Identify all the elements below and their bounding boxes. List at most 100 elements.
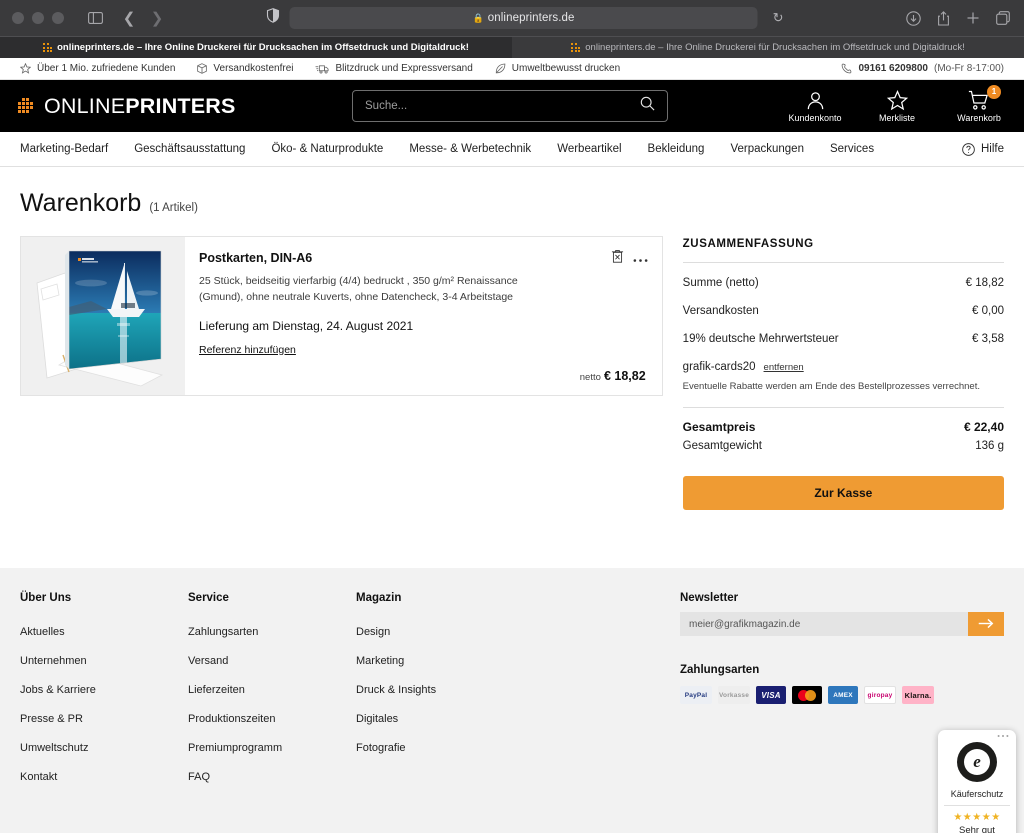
footer-link-presse-pr[interactable]: Presse & PR [20, 713, 188, 725]
nav-help-label: Hilfe [980, 143, 1004, 155]
footer-link-premiumprogramm[interactable]: Premiumprogramm [188, 742, 356, 754]
search-icon[interactable] [640, 96, 655, 116]
footer-link-umweltschutz[interactable]: Umweltschutz [20, 742, 188, 754]
browser-toolbar: ❮ ❯ 🔒 onlineprinters.de ↻ [0, 0, 1024, 36]
footer-link-zahlungsarten[interactable]: Zahlungsarten [188, 626, 356, 638]
nav-item-werbeartikel[interactable]: Werbeartikel [557, 143, 621, 155]
close-window-button[interactable] [12, 12, 24, 24]
footer-link-fotografie[interactable]: Fotografie [356, 742, 656, 754]
tab-title: onlineprinters.de – Ihre Online Druckere… [57, 42, 469, 53]
delivery-date: Lieferung am Dienstag, 24. August 2021 [199, 318, 414, 333]
summary-title: ZUSAMMENFASSUNG [682, 238, 1004, 263]
footer-link-versand[interactable]: Versand [188, 655, 356, 667]
header-action-label: Kundenkonto [788, 112, 842, 123]
nav-help-button[interactable]: Hilfe [962, 142, 1004, 156]
site-logo[interactable]: ONLINEPRINTERS [18, 94, 236, 119]
minimize-window-button[interactable] [32, 12, 44, 24]
reload-button[interactable]: ↻ [773, 10, 784, 26]
checkout-button[interactable]: Zur Kasse [682, 476, 1004, 511]
privacy-shield-icon[interactable] [266, 8, 280, 28]
voucher-row: grafik-cards20 entfernen [683, 361, 1004, 373]
product-thumbnail[interactable] [21, 237, 185, 395]
summary-row-shipping: Versandkosten € 0,00 [683, 305, 1004, 317]
usp-customers: Über 1 Mio. zufriedene Kunden [20, 63, 175, 74]
footer-column-head: Service [188, 592, 229, 605]
logo-text-bold: PRINTERS [125, 93, 236, 118]
payment-icon-klarna: Klarna. [902, 686, 934, 705]
newsletter-email-input[interactable] [680, 612, 968, 637]
payment-icon-amex: AMEX [828, 686, 858, 705]
product-price-label: netto [579, 372, 601, 383]
footer-link-unternehmen[interactable]: Unternehmen [20, 655, 188, 667]
nav-item-verpackungen[interactable]: Verpackungen [730, 143, 804, 155]
footer-link-design[interactable]: Design [356, 626, 656, 638]
tab-strip: onlineprinters.de – Ihre Online Druckere… [0, 36, 1024, 58]
footer-link-kontakt[interactable]: Kontakt [20, 771, 188, 783]
browser-chrome: ❮ ❯ 🔒 onlineprinters.de ↻ onlineprinters… [0, 0, 1024, 58]
new-tab-icon[interactable] [964, 6, 982, 30]
footer-link-lieferzeiten[interactable]: Lieferzeiten [188, 684, 356, 696]
show-all-tabs-icon[interactable] [994, 6, 1012, 30]
cart-item-actions [611, 249, 648, 268]
header-actions: Kundenkonto Merkliste 1 Warenkorb [788, 84, 1006, 123]
footer-column-magazin: Magazin Design Marketing Druck & Insight… [356, 592, 656, 833]
payment-icons: PayPal Vorkasse VISA AMEX giropay Klarna… [680, 686, 1004, 705]
footer-link-jobs-karriere[interactable]: Jobs & Karriere [20, 684, 188, 696]
usp-label: Versandkostenfrei [213, 63, 294, 74]
browser-toolbar-right [904, 6, 1012, 30]
footer-link-faq[interactable]: FAQ [188, 771, 356, 783]
user-icon [807, 91, 823, 109]
phone-hours: (Mo-Fr 8-17:00) [933, 63, 1004, 74]
newsletter-submit-button[interactable] [968, 612, 1004, 637]
footer-link-marketing[interactable]: Marketing [356, 655, 656, 667]
search-box[interactable] [352, 90, 668, 122]
maximize-window-button[interactable] [52, 12, 64, 24]
sidebar-toggle-icon[interactable] [82, 6, 108, 30]
add-reference-link[interactable]: Referenz hinzufügen [199, 344, 296, 356]
nav-item-marketing-bedarf[interactable]: Marketing-Bedarf [20, 143, 108, 155]
nav-item-messe-werbetechnik[interactable]: Messe- & Werbetechnik [409, 143, 531, 155]
header-action-wishlist[interactable]: Merkliste [870, 89, 924, 123]
back-button[interactable]: ❮ [116, 6, 142, 30]
footer-link-produktionszeiten[interactable]: Produktionszeiten [188, 713, 356, 725]
browser-nav-arrows[interactable]: ❮ ❯ [116, 6, 170, 30]
browser-tab-inactive[interactable]: onlineprinters.de – Ihre Online Druckere… [512, 37, 1024, 58]
summary-row-label: Summe (netto) [682, 277, 759, 289]
share-icon[interactable] [934, 6, 952, 30]
phone-number: 09161 6209800 [858, 63, 928, 74]
payment-icon-mastercard [792, 686, 822, 705]
logo-text-light: ONLINE [44, 93, 126, 118]
nav-item-bekleidung[interactable]: Bekleidung [648, 143, 705, 155]
footer-link-druck-insights[interactable]: Druck & Insights [356, 684, 656, 696]
nav-item-services[interactable]: Services [830, 143, 874, 155]
payment-head: Zahlungsarten [680, 664, 760, 677]
summary-row-value: € 0,00 [972, 305, 1004, 317]
usp-label: Über 1 Mio. zufriedene Kunden [37, 63, 176, 74]
url-text: onlineprinters.de [487, 12, 575, 24]
forward-button[interactable]: ❯ [144, 6, 170, 30]
trust-badge[interactable]: e Käuferschutz ★★★★★ Sehr gut 4.70/5.00 [938, 730, 1016, 833]
downloads-icon[interactable] [904, 6, 922, 30]
total-weight-value: 136 g [975, 440, 1004, 453]
window-traffic-lights[interactable] [12, 12, 64, 24]
nav-item-oeko-naturprodukte[interactable]: Öko- & Naturprodukte [271, 143, 383, 155]
ellipsis-icon[interactable] [997, 734, 1009, 738]
browser-tab-active[interactable]: onlineprinters.de – Ihre Online Druckere… [0, 37, 512, 58]
product-price: netto € 18,82 [580, 369, 646, 383]
trust-stars: ★★★★★ [953, 812, 1001, 824]
header-action-label: Warenkorb [957, 112, 1001, 123]
header-action-account[interactable]: Kundenkonto [788, 90, 842, 123]
payment-icon-vorkasse: Vorkasse [718, 686, 750, 705]
nav-item-geschaeftsausstattung[interactable]: Geschäftsausstattung [134, 143, 245, 155]
footer-link-digitales[interactable]: Digitales [356, 713, 656, 725]
search-input[interactable] [365, 100, 640, 112]
footer-link-aktuelles[interactable]: Aktuelles [20, 626, 188, 638]
utility-bar: Über 1 Mio. zufriedene Kunden Versandkos… [0, 58, 1024, 80]
ellipsis-icon[interactable] [633, 250, 648, 268]
header-action-cart[interactable]: 1 Warenkorb [952, 84, 1006, 123]
phone-block[interactable]: 09161 6209800 (Mo-Fr 8-17:00) [841, 63, 1004, 74]
phone-icon [842, 63, 852, 74]
trash-icon[interactable] [611, 249, 624, 268]
address-bar[interactable]: 🔒 onlineprinters.de ↻ [289, 7, 784, 29]
voucher-remove-link[interactable]: entfernen [764, 362, 804, 373]
